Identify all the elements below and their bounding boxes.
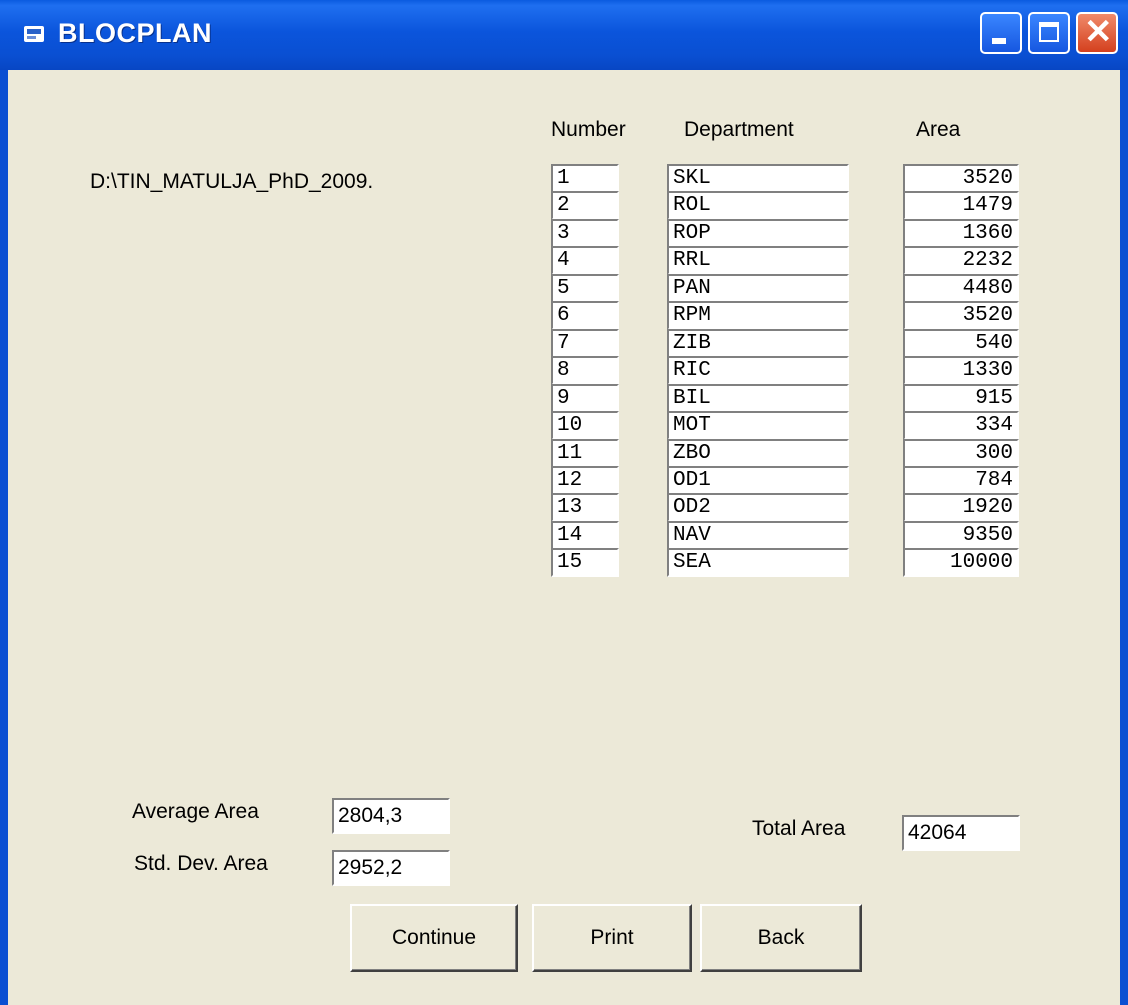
number-field[interactable]: 8	[551, 356, 619, 385]
department-field[interactable]: ZBO	[667, 439, 849, 468]
number-field[interactable]: 9	[551, 384, 619, 413]
number-field[interactable]: 5	[551, 274, 619, 303]
window-frame-right	[1120, 70, 1128, 1005]
average-area-label: Average Area	[132, 800, 259, 823]
stddev-area-label: Std. Dev. Area	[134, 852, 268, 875]
file-path-label: D:\TIN_MATULJA_PhD_2009.	[90, 170, 374, 193]
window-title: BLOCPLAN	[58, 18, 212, 48]
maximize-button[interactable]	[1028, 12, 1070, 54]
department-field[interactable]: ZIB	[667, 329, 849, 358]
area-field[interactable]: 2232	[903, 246, 1019, 275]
close-button[interactable]: ✕	[1076, 12, 1118, 54]
area-field[interactable]: 1360	[903, 219, 1019, 248]
department-field[interactable]: OD1	[667, 466, 849, 495]
number-field[interactable]: 7	[551, 329, 619, 358]
header-number: Number	[551, 118, 626, 141]
department-field[interactable]: ROP	[667, 219, 849, 248]
minimize-icon	[992, 38, 1006, 44]
header-department: Department	[684, 118, 794, 141]
area-field[interactable]: 10000	[903, 548, 1019, 577]
department-field[interactable]: BIL	[667, 384, 849, 413]
department-field[interactable]: RIC	[667, 356, 849, 385]
maximize-icon	[1039, 22, 1059, 42]
department-field[interactable]: SEA	[667, 548, 849, 577]
area-field[interactable]: 540	[903, 329, 1019, 358]
area-field[interactable]: 1479	[903, 191, 1019, 220]
number-field[interactable]: 1	[551, 164, 619, 193]
area-field[interactable]: 784	[903, 466, 1019, 495]
number-field[interactable]: 11	[551, 439, 619, 468]
close-icon: ✕	[1084, 13, 1113, 51]
area-field[interactable]: 4480	[903, 274, 1019, 303]
number-field[interactable]: 12	[551, 466, 619, 495]
department-field[interactable]: SKL	[667, 164, 849, 193]
window-icon	[24, 26, 44, 42]
print-button[interactable]: Print	[532, 904, 692, 972]
window-frame-left	[0, 70, 8, 1005]
stddev-area-field[interactable]: 2952,2	[332, 850, 450, 886]
area-field[interactable]: 334	[903, 411, 1019, 440]
number-field[interactable]: 6	[551, 301, 619, 330]
back-button[interactable]: Back	[700, 904, 862, 972]
department-field[interactable]: OD2	[667, 493, 849, 522]
number-field[interactable]: 10	[551, 411, 619, 440]
blocplan-window: BLOCPLAN ✕ D:\TIN_MATULJA_PhD_2009. Numb…	[0, 0, 1128, 1005]
department-field[interactable]: NAV	[667, 521, 849, 550]
area-field[interactable]: 3520	[903, 164, 1019, 193]
area-field[interactable]: 9350	[903, 521, 1019, 550]
number-field[interactable]: 13	[551, 493, 619, 522]
department-field[interactable]: PAN	[667, 274, 849, 303]
area-field[interactable]: 1920	[903, 493, 1019, 522]
number-field[interactable]: 2	[551, 191, 619, 220]
continue-button[interactable]: Continue	[350, 904, 518, 972]
total-area-label: Total Area	[752, 817, 846, 840]
area-field[interactable]: 1330	[903, 356, 1019, 385]
minimize-button[interactable]	[980, 12, 1022, 54]
average-area-field[interactable]: 2804,3	[332, 798, 450, 834]
total-area-field[interactable]: 42064	[902, 815, 1020, 851]
area-field[interactable]: 300	[903, 439, 1019, 468]
number-field[interactable]: 3	[551, 219, 619, 248]
area-field[interactable]: 3520	[903, 301, 1019, 330]
number-field[interactable]: 14	[551, 521, 619, 550]
department-field[interactable]: RRL	[667, 246, 849, 275]
department-field[interactable]: RPM	[667, 301, 849, 330]
department-field[interactable]: MOT	[667, 411, 849, 440]
area-field[interactable]: 915	[903, 384, 1019, 413]
department-field[interactable]: ROL	[667, 191, 849, 220]
number-field[interactable]: 4	[551, 246, 619, 275]
number-field[interactable]: 15	[551, 548, 619, 577]
title-bar[interactable]: BLOCPLAN ✕	[0, 0, 1128, 70]
header-area: Area	[916, 118, 961, 141]
